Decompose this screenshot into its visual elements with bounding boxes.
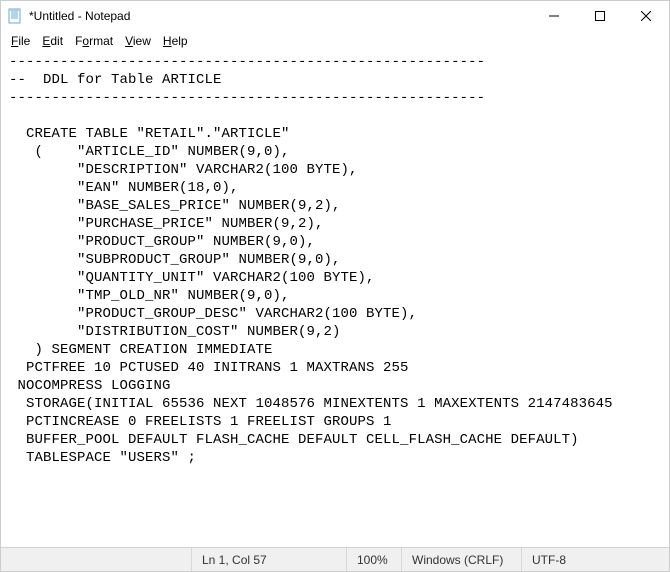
- menu-view[interactable]: View: [119, 33, 157, 49]
- status-zoom: 100%: [346, 548, 401, 571]
- window-title: *Untitled - Notepad: [29, 9, 531, 23]
- status-encoding: UTF-8: [521, 548, 611, 571]
- menu-edit[interactable]: Edit: [36, 33, 69, 49]
- status-empty: [1, 548, 191, 571]
- notepad-icon: [7, 8, 23, 24]
- close-button[interactable]: [623, 1, 669, 31]
- status-eol: Windows (CRLF): [401, 548, 521, 571]
- text-editor[interactable]: ----------------------------------------…: [1, 51, 669, 547]
- menu-file[interactable]: File: [5, 33, 36, 49]
- minimize-button[interactable]: [531, 1, 577, 31]
- titlebar: *Untitled - Notepad: [1, 1, 669, 31]
- menu-format[interactable]: Format: [69, 33, 119, 49]
- status-lncol: Ln 1, Col 57: [191, 548, 346, 571]
- window-controls: [531, 1, 669, 31]
- menu-help[interactable]: Help: [157, 33, 194, 49]
- maximize-button[interactable]: [577, 1, 623, 31]
- statusbar: Ln 1, Col 57 100% Windows (CRLF) UTF-8: [1, 547, 669, 571]
- menubar: File Edit Format View Help: [1, 31, 669, 51]
- notepad-window: *Untitled - Notepad File Edit Format Vie…: [0, 0, 670, 572]
